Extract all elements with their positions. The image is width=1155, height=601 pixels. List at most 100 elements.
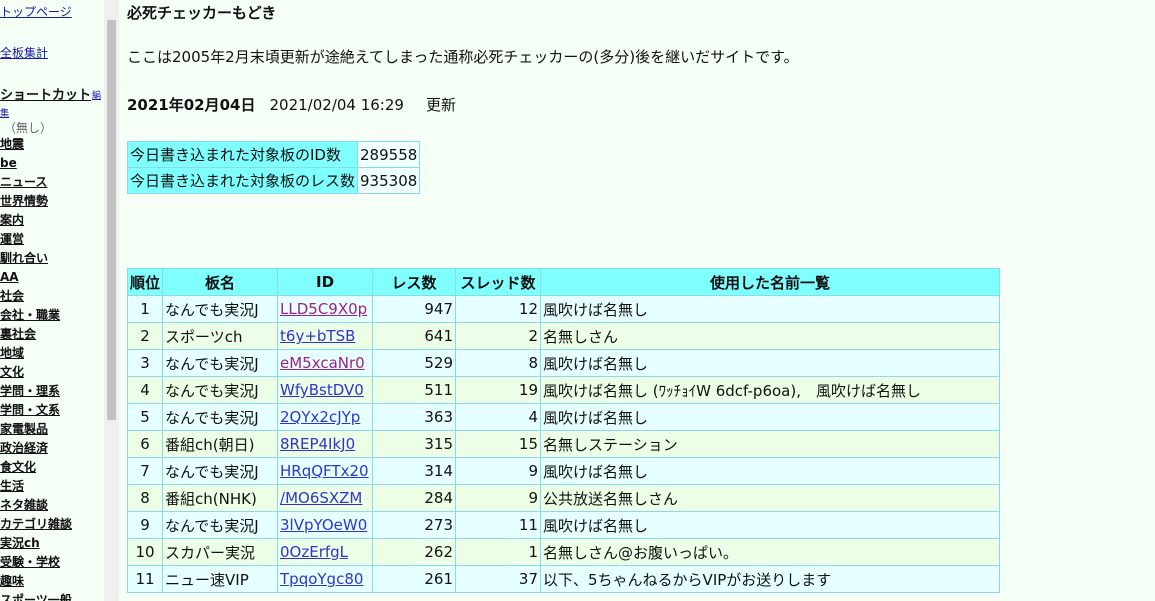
thread-count-cell: 4 <box>455 403 542 431</box>
board-cell: なんでも実況J <box>162 511 279 539</box>
id-link[interactable]: WfyBstDV0 <box>280 381 364 399</box>
board-list: 地震 be ニュース世界情勢案内運営馴れ合い AA 社会会社・職業裏社会地域文化学問・理… <box>0 136 72 601</box>
id-link[interactable]: LLD5C9X0p <box>280 300 367 318</box>
res-count-cell: 529 <box>372 349 457 377</box>
names-cell: 風吹けば名無し <box>540 457 1000 485</box>
res-count-cell: 947 <box>372 295 457 323</box>
board-cell: なんでも実況J <box>162 376 279 404</box>
res-count-cell: 641 <box>372 322 457 350</box>
rank-cell: 8 <box>126 484 164 512</box>
sidebar-scrollbar[interactable] <box>104 0 119 601</box>
board-link[interactable]: 趣味 <box>0 574 24 588</box>
id-link[interactable]: 0OzErfgL <box>280 543 348 561</box>
id-link[interactable]: TpqoYgc80 <box>280 570 363 588</box>
board-list-item: AA <box>0 269 72 288</box>
stats-table: 今日書き込まれた対象板のID数 289558 今日書き込まれた対象板のレス数 9… <box>126 141 421 194</box>
table-row: 9 なんでも実況J 3lVpYOeW0 273 11 風吹けば名無し <box>126 511 1000 539</box>
shortcut-heading: ショートカット <box>0 88 92 103</box>
stats-row-res: 今日書き込まれた対象板のレス数 935308 <box>126 167 421 194</box>
rank-cell: 3 <box>126 349 164 377</box>
board-link[interactable]: 政治経済 <box>0 441 48 455</box>
rank-cell: 1 <box>126 295 164 323</box>
board-list-item: 政治経済 <box>0 440 72 459</box>
board-link[interactable]: 地震 <box>0 137 24 151</box>
board-link[interactable]: 社会 <box>0 289 24 303</box>
board-list-item: 家電製品 <box>0 421 72 440</box>
ranking-body: 1 なんでも実況J LLD5C9X0p 947 12 風吹けば名無し 2 スポーツch t6y+… <box>126 295 1000 593</box>
board-cell: スカパー実況 <box>162 538 279 566</box>
board-list-item: 地域 <box>0 345 72 364</box>
shortcut-empty-text: （無し） <box>4 121 53 135</box>
id-cell: 0OzErfgL <box>277 538 374 566</box>
shortcut-edit-link-cont[interactable]: 集 <box>0 106 9 119</box>
id-link[interactable]: eM5xcaNr0 <box>280 354 365 372</box>
board-link[interactable]: スポーツ一般 <box>0 593 72 601</box>
update-line: 2021年02月04日 2021/02/04 16:29 更新 <box>127 94 456 115</box>
thread-count-cell: 9 <box>455 457 542 485</box>
id-cell: LLD5C9X0p <box>277 295 374 323</box>
board-link[interactable]: be <box>0 156 17 170</box>
thread-count-cell: 8 <box>455 349 542 377</box>
col-rank-header: 順位 <box>126 268 164 296</box>
col-names-header: 使用した名前一覧 <box>540 268 1000 296</box>
top-page-link[interactable]: トップページ <box>0 5 72 19</box>
id-link[interactable]: 8REP4IkJ0 <box>280 435 355 453</box>
thread-count-cell: 9 <box>455 484 542 512</box>
table-row: 11 ニュー速VIP TpqoYgc80 261 37 以下、5ちゃんねるからVIPがお送… <box>126 565 1000 593</box>
board-list-item: ネタ雑談 <box>0 497 72 516</box>
board-link[interactable]: 案内 <box>0 213 24 227</box>
board-link[interactable]: 文化 <box>0 365 24 379</box>
board-link[interactable]: 馴れ合い <box>0 251 48 265</box>
board-link[interactable]: 学問・文系 <box>0 403 60 417</box>
board-link[interactable]: 受験・学校 <box>0 555 60 569</box>
board-link[interactable]: 運営 <box>0 232 24 246</box>
rank-cell: 4 <box>126 376 164 404</box>
board-cell: 番組ch(朝日) <box>162 430 279 458</box>
stats-row-ids: 今日書き込まれた対象板のID数 289558 <box>126 141 421 168</box>
board-link[interactable]: カテゴリ雑談 <box>0 517 72 531</box>
board-link[interactable]: AA <box>0 270 19 284</box>
id-link[interactable]: 2QYx2cJYp <box>280 408 360 426</box>
id-count-value: 289558 <box>357 141 421 168</box>
board-link[interactable]: 実況ch <box>0 536 40 550</box>
table-row: 2 スポーツch t6y+bTSB 641 2 名無しさん <box>126 322 1000 350</box>
id-link[interactable]: HRqQFTx20 <box>280 462 369 480</box>
board-list-item: 趣味 <box>0 573 72 592</box>
names-cell: 名無しさん@お腹いっぱい。 <box>540 538 1000 566</box>
board-list-item: 世界情勢 <box>0 193 72 212</box>
res-count-cell: 363 <box>372 403 457 431</box>
col-threads-header: スレッド数 <box>455 268 542 296</box>
board-list-item: 学問・文系 <box>0 402 72 421</box>
id-link[interactable]: 3lVpYOeW0 <box>280 516 367 534</box>
id-link[interactable]: t6y+bTSB <box>280 327 355 345</box>
board-list-item: スポーツ一般 <box>0 592 72 601</box>
board-link[interactable]: 生活 <box>0 479 24 493</box>
page-title: 必死チェッカーもどき <box>127 4 277 22</box>
board-link[interactable]: 会社・職業 <box>0 308 60 322</box>
scrollbar-thumb[interactable] <box>107 20 116 420</box>
shortcut-edit-link[interactable]: 編 <box>92 88 101 101</box>
board-link[interactable]: ネタ雑談 <box>0 498 48 512</box>
table-row: 4 なんでも実況J WfyBstDV0 511 19 風吹けば名無し (ﾜｯﾁｮｲW 6d… <box>126 376 1000 404</box>
board-link[interactable]: ニュース <box>0 175 47 189</box>
id-link[interactable]: /MO6SXZM <box>280 489 362 507</box>
names-cell: 風吹けば名無し <box>540 511 1000 539</box>
names-cell: 風吹けば名無し <box>540 349 1000 377</box>
all-boards-link[interactable]: 全板集計 <box>0 46 48 60</box>
board-link[interactable]: 学問・理系 <box>0 384 60 398</box>
thread-count-cell: 19 <box>455 376 542 404</box>
board-link[interactable]: 食文化 <box>0 460 36 474</box>
board-link[interactable]: 世界情勢 <box>0 194 48 208</box>
board-link[interactable]: 裏社会 <box>0 327 36 341</box>
res-count-cell: 511 <box>372 376 457 404</box>
id-cell: 8REP4IkJ0 <box>277 430 374 458</box>
res-count-cell: 284 <box>372 484 457 512</box>
thread-count-cell: 37 <box>455 565 542 593</box>
names-cell: 以下、5ちゃんねるからVIPがお送りします <box>540 565 1000 593</box>
board-link[interactable]: 地域 <box>0 346 24 360</box>
col-res-header: レス数 <box>372 268 457 296</box>
board-link[interactable]: 家電製品 <box>0 422 48 436</box>
id-cell: 2QYx2cJYp <box>277 403 374 431</box>
update-date: 2021年02月04日 <box>127 96 256 114</box>
table-row: 8 番組ch(NHK)/MO6SXZM 284 9 公共放送名無しさん <box>126 484 1000 512</box>
